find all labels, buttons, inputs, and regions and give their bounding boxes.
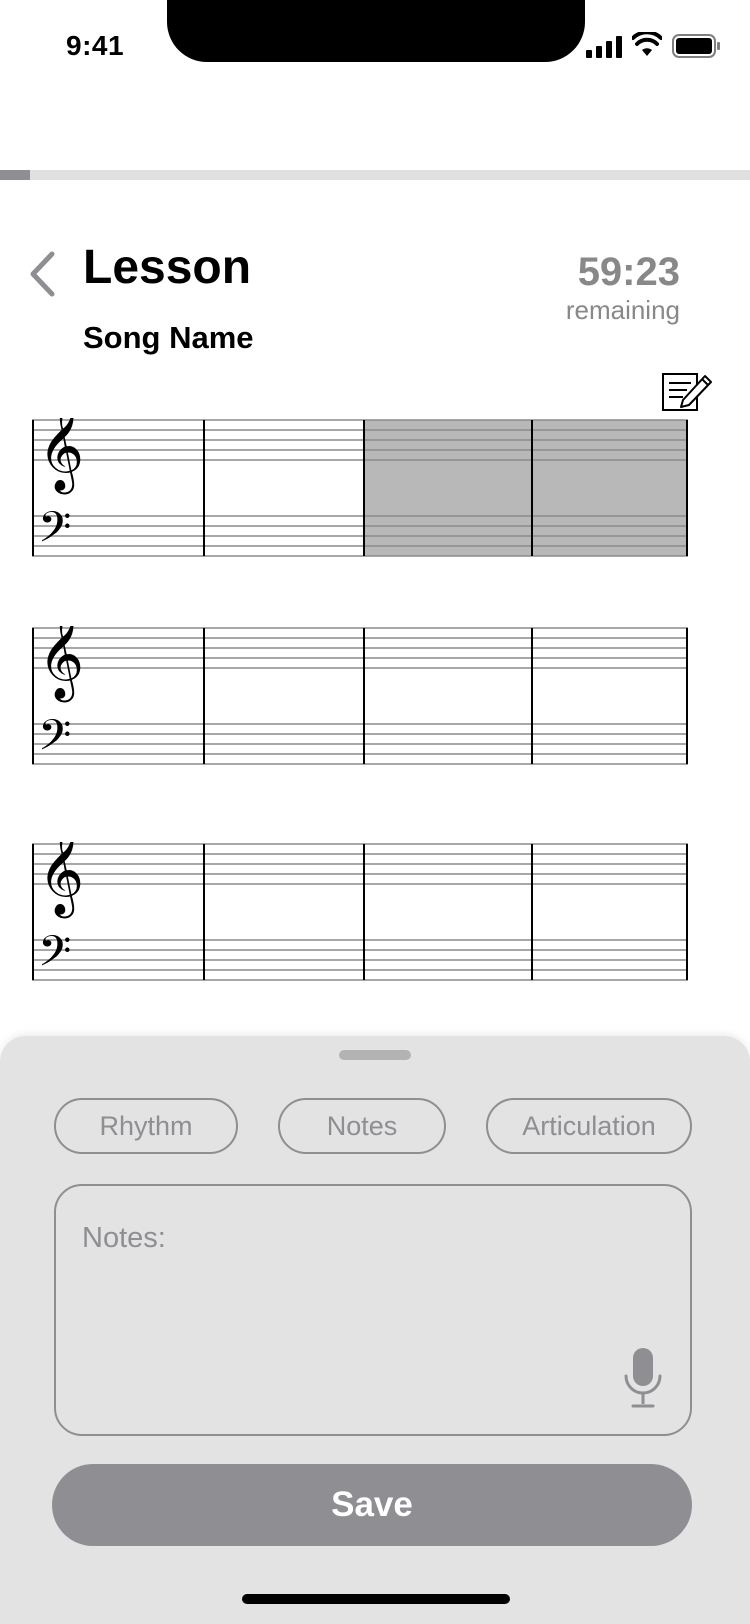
bass-clef-icon: 𝄢 — [38, 711, 71, 771]
chip-articulation[interactable]: Articulation — [486, 1098, 692, 1154]
wifi-icon — [632, 32, 662, 56]
home-indicator — [242, 1594, 510, 1604]
microphone-icon — [624, 1348, 662, 1408]
grand-staff-2[interactable]: 𝄞 𝄢 — [32, 626, 714, 776]
back-button[interactable] — [22, 246, 62, 302]
feedback-bottom-sheet: Rhythm Notes Articulation Save — [0, 1036, 750, 1624]
status-bar: 9:41 — [0, 0, 750, 96]
treble-clef-icon: 𝄞 — [38, 626, 84, 703]
treble-clef-icon: 𝄞 — [38, 418, 84, 495]
treble-clef-icon: 𝄞 — [38, 842, 84, 919]
battery-icon — [672, 34, 720, 58]
remaining-timer: 59:23 remaining — [566, 250, 680, 326]
grand-staff-3[interactable]: 𝄞 𝄢 — [32, 842, 714, 992]
notes-textarea-container — [54, 1184, 692, 1436]
chip-rhythm[interactable]: Rhythm — [54, 1098, 238, 1154]
timer-value: 59:23 — [577, 250, 680, 294]
cellular-signal-icon — [586, 36, 622, 58]
bass-clef-icon: 𝄢 — [38, 503, 71, 563]
status-time: 9:41 — [66, 30, 125, 61]
timer-label: remaining — [565, 295, 680, 325]
lesson-progress-fill — [0, 170, 30, 180]
chevron-left-icon — [30, 251, 55, 297]
page-title: Lesson — [83, 241, 252, 294]
save-button[interactable]: Save — [52, 1464, 692, 1546]
device-notch — [167, 0, 585, 62]
edit-notes-icon — [662, 373, 712, 411]
lesson-progress-bar — [0, 170, 750, 180]
sheet-grabber-handle[interactable] — [339, 1050, 411, 1060]
notes-input[interactable] — [82, 1222, 602, 1255]
bass-clef-icon: 𝄢 — [38, 927, 71, 987]
microphone-button[interactable] — [622, 1346, 664, 1410]
grand-staff-1[interactable]: 𝄞 𝄢 — [32, 418, 714, 568]
lesson-screen: 9:41 Lesson Song Name 59:23 remaining 𝄞 … — [0, 0, 750, 1624]
chip-notes[interactable]: Notes — [278, 1098, 446, 1154]
song-name: Song Name — [83, 320, 254, 355]
edit-notes-button[interactable] — [661, 370, 713, 414]
